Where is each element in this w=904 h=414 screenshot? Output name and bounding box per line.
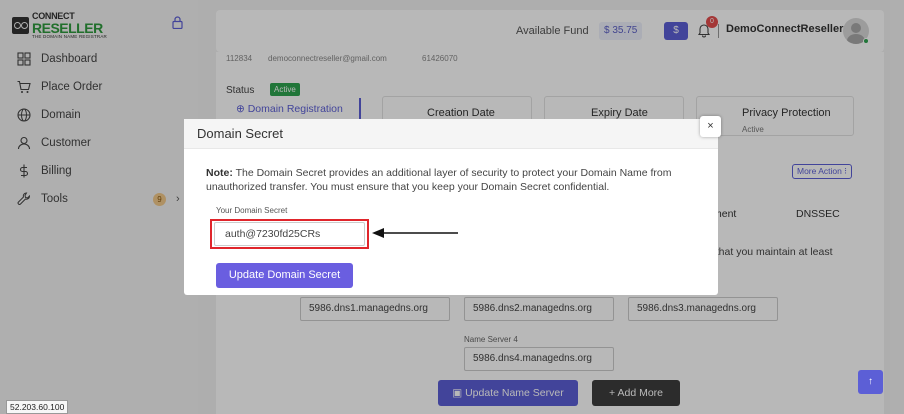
close-icon[interactable]: ×	[700, 116, 721, 137]
arrow-left-icon	[372, 228, 458, 238]
modal-header: Domain Secret	[184, 119, 718, 149]
note-text: The Domain Secret provides an additional…	[206, 167, 672, 193]
note-label: Note:	[206, 167, 233, 179]
modal-note: Note: The Domain Secret provides an addi…	[206, 166, 696, 194]
domain-secret-input[interactable]	[214, 222, 365, 246]
update-domain-secret-button[interactable]: Update Domain Secret	[216, 263, 353, 288]
domain-secret-modal: Domain Secret × Note: The Domain Secret …	[184, 116, 721, 295]
modal-title: Domain Secret	[197, 126, 283, 141]
domain-secret-label: Your Domain Secret	[216, 206, 288, 215]
ip-address-badge: 52.203.60.100	[6, 400, 69, 414]
scroll-to-top-button[interactable]: ↑	[858, 370, 883, 394]
